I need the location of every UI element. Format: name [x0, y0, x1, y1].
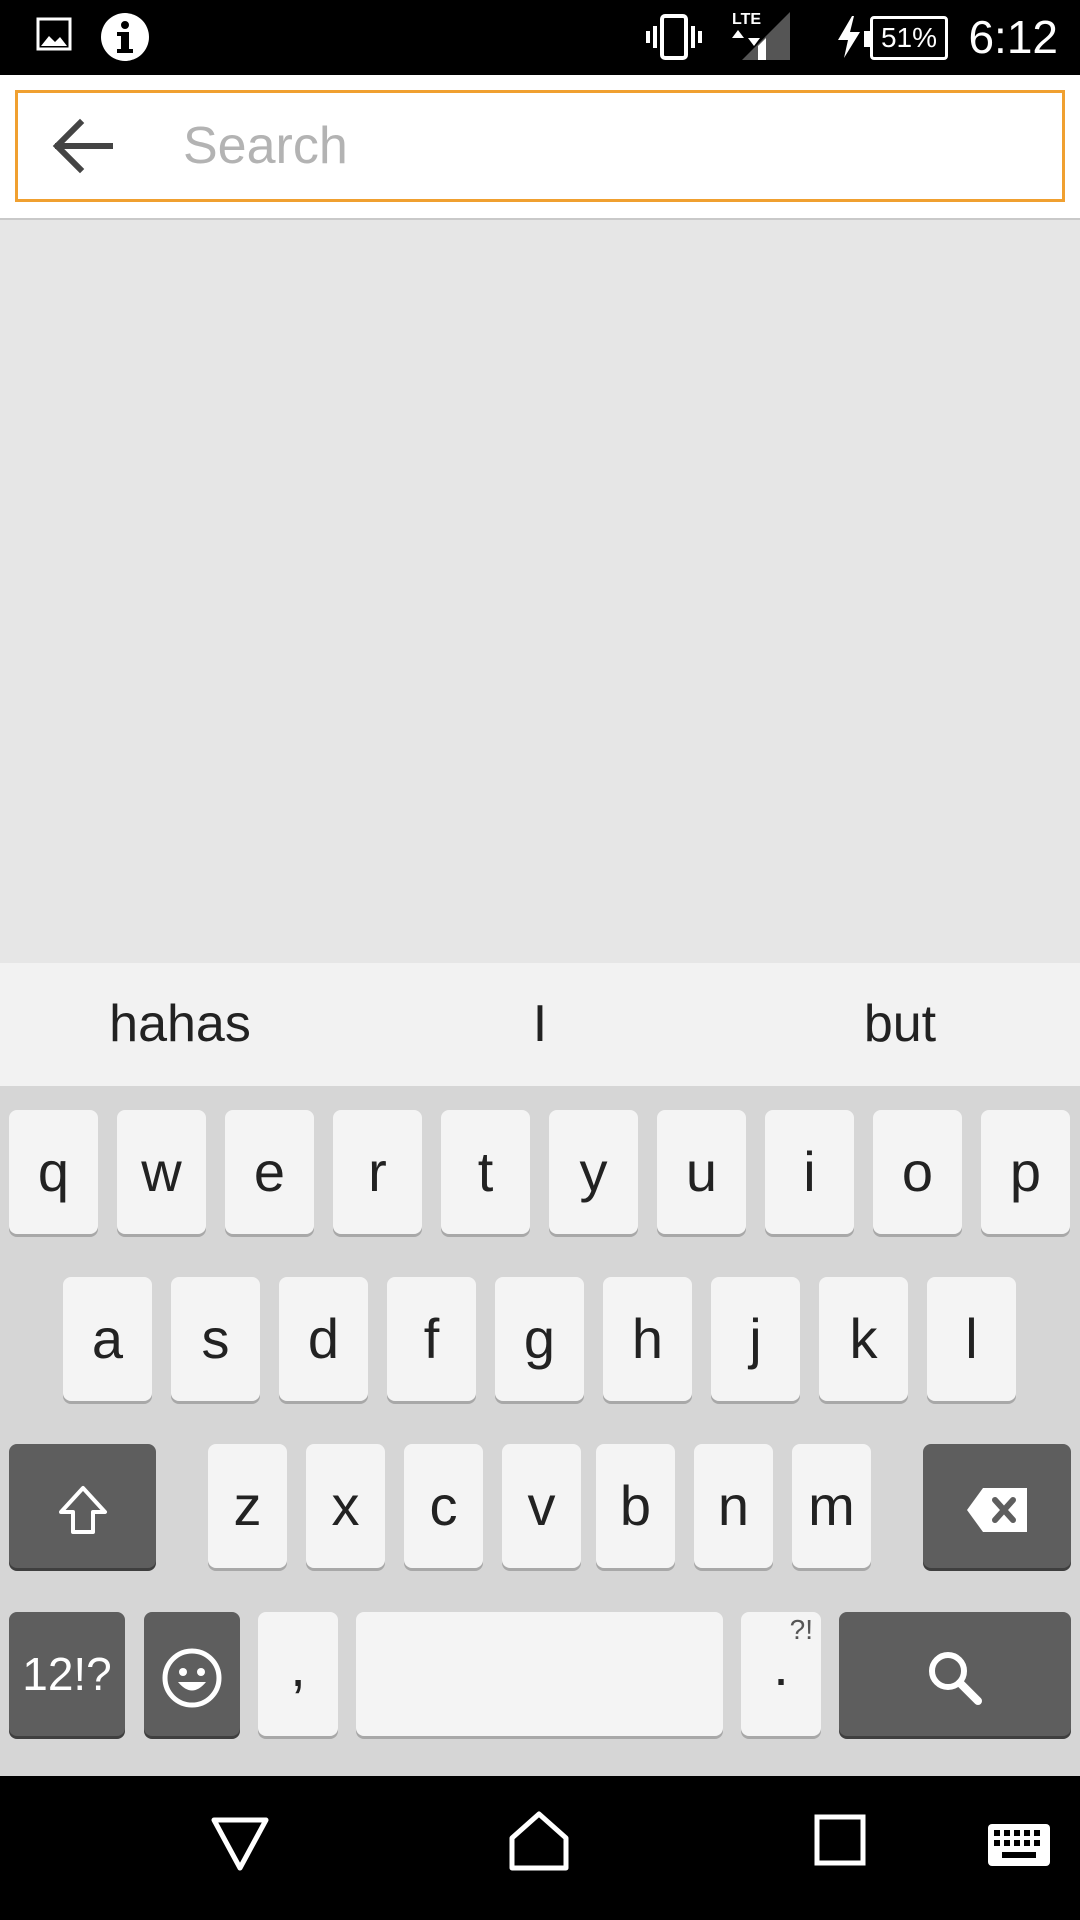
key-m[interactable]: m	[792, 1444, 871, 1568]
back-arrow-icon[interactable]	[48, 111, 118, 181]
comma-key[interactable]: ,	[258, 1612, 338, 1736]
navigation-bar	[0, 1776, 1080, 1920]
suggestion-bar: hahas I but	[0, 963, 1080, 1086]
key-s[interactable]: s	[171, 1277, 260, 1401]
search-header	[0, 75, 1080, 220]
key-z[interactable]: z	[208, 1444, 287, 1568]
charging-icon	[836, 16, 862, 63]
key-f[interactable]: f	[387, 1277, 476, 1401]
shift-key[interactable]	[9, 1444, 156, 1568]
key-t[interactable]: t	[441, 1110, 530, 1234]
battery-percent: 51%	[880, 22, 938, 53]
key-j[interactable]: j	[711, 1277, 800, 1401]
key-d[interactable]: d	[279, 1277, 368, 1401]
space-key[interactable]	[356, 1612, 723, 1736]
key-c[interactable]: c	[404, 1444, 483, 1568]
search-input[interactable]	[183, 107, 1043, 185]
key-a[interactable]: a	[63, 1277, 152, 1401]
period-label: .	[773, 1634, 789, 1697]
key-o[interactable]: o	[873, 1110, 962, 1234]
symbols-key[interactable]: 12!?	[9, 1612, 125, 1736]
search-icon	[929, 1652, 982, 1706]
lte-signal-icon: LTE	[730, 8, 792, 67]
backspace-icon	[967, 1488, 1027, 1533]
suggestion-3[interactable]: but	[720, 963, 1080, 1086]
key-p[interactable]: p	[981, 1110, 1070, 1234]
key-r[interactable]: r	[333, 1110, 422, 1234]
emoji-icon	[162, 1648, 222, 1708]
status-bar: LTE 51% 6:12	[0, 0, 1080, 75]
key-e[interactable]: e	[225, 1110, 314, 1234]
battery-icon: 51%	[864, 16, 948, 60]
key-v[interactable]: v	[502, 1444, 581, 1568]
key-u[interactable]: u	[657, 1110, 746, 1234]
key-b[interactable]: b	[596, 1444, 675, 1568]
key-n[interactable]: n	[694, 1444, 773, 1568]
key-k[interactable]: k	[819, 1277, 908, 1401]
key-h[interactable]: h	[603, 1277, 692, 1401]
status-time: 6:12	[968, 11, 1058, 63]
home-icon[interactable]	[508, 1810, 570, 1877]
back-triangle-icon[interactable]	[210, 1816, 270, 1877]
key-g[interactable]: g	[495, 1277, 584, 1401]
emoji-key[interactable]	[144, 1612, 240, 1736]
shift-arrow-icon	[58, 1486, 107, 1535]
key-l[interactable]: l	[927, 1277, 1016, 1401]
recents-icon[interactable]	[814, 1814, 866, 1871]
key-w[interactable]: w	[117, 1110, 206, 1234]
keyboard-icon[interactable]	[988, 1824, 1050, 1871]
suggestion-1[interactable]: hahas	[0, 963, 360, 1086]
search-key[interactable]	[839, 1612, 1071, 1736]
suggestion-2[interactable]: I	[360, 963, 720, 1086]
key-y[interactable]: y	[549, 1110, 638, 1234]
backspace-key[interactable]	[923, 1444, 1071, 1568]
key-q[interactable]: q	[9, 1110, 98, 1234]
period-key[interactable]: ?! .	[741, 1612, 821, 1736]
key-i[interactable]: i	[765, 1110, 854, 1234]
info-icon	[100, 12, 150, 67]
vibrate-icon	[645, 14, 703, 65]
image-icon	[36, 16, 72, 57]
key-x[interactable]: x	[306, 1444, 385, 1568]
svg-text:LTE: LTE	[732, 11, 761, 28]
results-area	[0, 222, 1080, 963]
search-box	[15, 90, 1065, 202]
keyboard: q w e r t y u i o p a s d f g h j k l z …	[0, 1086, 1080, 1776]
